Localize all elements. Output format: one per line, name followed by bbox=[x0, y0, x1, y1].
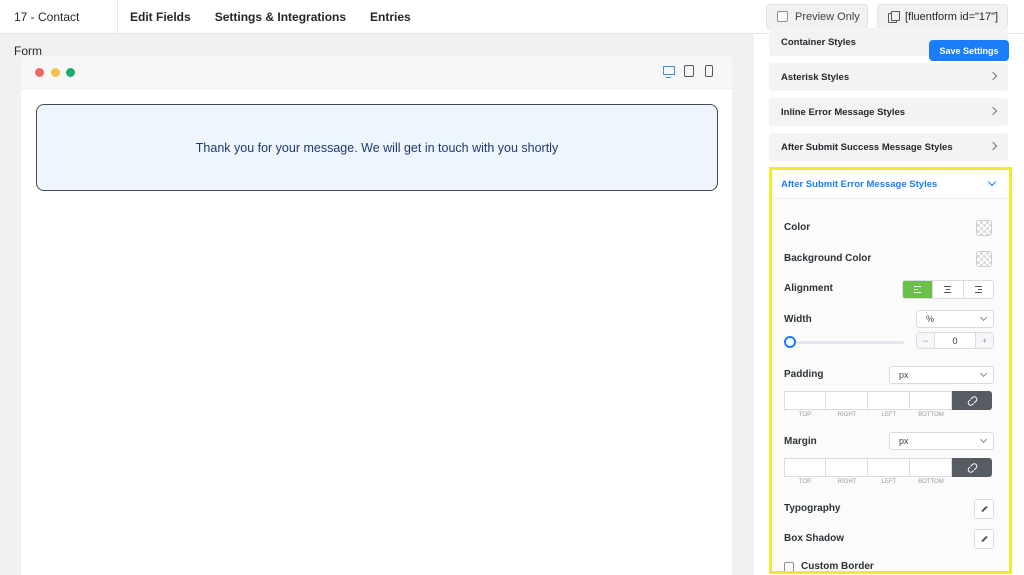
margin-bottom-input[interactable] bbox=[910, 458, 952, 477]
box-shadow-label: Box Shadow bbox=[784, 533, 845, 544]
margin-right-input[interactable] bbox=[826, 458, 868, 477]
pencil-icon bbox=[980, 535, 988, 543]
margin-top-input[interactable] bbox=[784, 458, 826, 477]
window-minimize-dot-icon bbox=[51, 68, 60, 77]
accordion-error-message-styles[interactable]: After Submit Error Message Styles bbox=[772, 170, 1009, 198]
padding-link-button[interactable] bbox=[952, 391, 992, 410]
width-value[interactable]: 0 bbox=[935, 333, 975, 348]
align-center-icon bbox=[944, 286, 952, 293]
tab-settings-integrations[interactable]: Settings & Integrations bbox=[215, 0, 346, 34]
padding-unit-value: px bbox=[899, 370, 909, 380]
padding-inputs bbox=[784, 391, 992, 410]
accordion-label: After Submit Success Message Styles bbox=[781, 141, 953, 153]
chevron-down-icon bbox=[979, 313, 988, 322]
alignment-buttons bbox=[902, 280, 994, 299]
box-label-bottom: BOTTOM bbox=[918, 479, 944, 485]
tablet-view-icon[interactable] bbox=[684, 65, 694, 77]
box-label-top: TOP bbox=[798, 412, 812, 418]
margin-inputs bbox=[784, 458, 992, 477]
padding-unit-select[interactable]: px bbox=[889, 366, 994, 384]
preview-only-toggle[interactable]: Preview Only bbox=[766, 4, 868, 29]
window-close-dot-icon bbox=[35, 68, 44, 77]
chevron-right-icon bbox=[988, 106, 998, 116]
align-left-icon bbox=[914, 286, 922, 293]
link-icon bbox=[965, 461, 979, 474]
shortcode-text: [fluentform id="17"] bbox=[905, 10, 999, 23]
margin-link-button[interactable] bbox=[952, 458, 992, 477]
window-maximize-dot-icon bbox=[66, 68, 75, 77]
box-label-top: TOP bbox=[798, 479, 812, 485]
width-slider-handle[interactable] bbox=[784, 336, 796, 348]
save-settings-button[interactable]: Save Settings bbox=[929, 40, 1009, 61]
align-right-icon bbox=[974, 286, 982, 293]
color-picker[interactable] bbox=[976, 220, 992, 236]
align-center-button[interactable] bbox=[933, 281, 964, 298]
width-slider-track[interactable] bbox=[790, 341, 904, 344]
accordion-label: After Submit Error Message Styles bbox=[781, 178, 938, 190]
desktop-view-icon[interactable] bbox=[663, 66, 675, 78]
box-label-left: LEFT bbox=[881, 479, 897, 485]
width-unit-select[interactable]: % bbox=[916, 310, 994, 328]
form-preview-window: Thank you for your message. We will get … bbox=[21, 56, 732, 575]
background-color-label: Background Color bbox=[784, 253, 872, 264]
tab-entries[interactable]: Entries bbox=[370, 0, 411, 34]
align-right-button[interactable] bbox=[964, 281, 993, 298]
box-shadow-edit-button[interactable] bbox=[974, 529, 994, 549]
margin-unit-value: px bbox=[899, 436, 909, 446]
accordion-label: Asterisk Styles bbox=[781, 71, 850, 83]
width-label: Width bbox=[784, 314, 812, 325]
form-title: 17 - Contact Form bbox=[0, 0, 118, 58]
chevron-right-icon bbox=[988, 71, 998, 81]
box-label-right: RIGHT bbox=[837, 412, 857, 418]
padding-left-input[interactable] bbox=[868, 391, 910, 410]
typography-edit-button[interactable] bbox=[974, 499, 994, 519]
custom-border-toggle[interactable]: Custom Border bbox=[784, 561, 874, 572]
window-bar bbox=[21, 56, 732, 89]
padding-box-labels: TOP RIGHT LEFT BOTTOM bbox=[784, 412, 952, 418]
accordion-inline-error-styles[interactable]: Inline Error Message Styles bbox=[769, 98, 1008, 126]
width-stepper: − 0 + bbox=[916, 332, 994, 349]
accordion-success-message-styles[interactable]: After Submit Success Message Styles bbox=[769, 133, 1008, 161]
preview-only-label: Preview Only bbox=[795, 10, 860, 23]
shortcode-copy-button[interactable]: [fluentform id="17"] bbox=[877, 4, 1008, 29]
chevron-down-icon bbox=[979, 435, 988, 444]
link-icon bbox=[965, 394, 979, 407]
accordion-asterisk-styles[interactable]: Asterisk Styles bbox=[769, 63, 1008, 91]
custom-border-label: Custom Border bbox=[801, 561, 874, 572]
box-label-left: LEFT bbox=[881, 412, 897, 418]
align-left-button[interactable] bbox=[903, 281, 934, 298]
padding-top-input[interactable] bbox=[784, 391, 826, 410]
copy-icon bbox=[888, 11, 900, 23]
width-unit-value: % bbox=[926, 314, 935, 324]
checkbox-icon[interactable] bbox=[777, 11, 788, 22]
box-label-bottom: BOTTOM bbox=[918, 412, 944, 418]
margin-box-labels: TOP RIGHT LEFT BOTTOM bbox=[784, 479, 952, 485]
pencil-icon bbox=[980, 505, 988, 513]
alignment-label: Alignment bbox=[784, 283, 833, 294]
typography-label: Typography bbox=[784, 503, 841, 514]
background-color-picker[interactable] bbox=[976, 251, 992, 267]
margin-left-input[interactable] bbox=[868, 458, 910, 477]
chevron-down-icon bbox=[987, 177, 997, 187]
decrement-button[interactable]: − bbox=[917, 333, 935, 348]
accordion-label: Inline Error Message Styles bbox=[781, 106, 906, 118]
accordion-label: Container Styles bbox=[781, 36, 856, 48]
increment-button[interactable]: + bbox=[975, 333, 993, 348]
success-message: Thank you for your message. We will get … bbox=[36, 104, 718, 191]
chevron-down-icon bbox=[979, 369, 988, 378]
mobile-view-icon[interactable] bbox=[705, 65, 713, 77]
padding-bottom-input[interactable] bbox=[910, 391, 952, 410]
padding-right-input[interactable] bbox=[826, 391, 868, 410]
box-label-right: RIGHT bbox=[837, 479, 857, 485]
margin-unit-select[interactable]: px bbox=[889, 432, 994, 450]
checkbox-icon[interactable] bbox=[784, 561, 794, 572]
margin-label: Margin bbox=[784, 436, 817, 447]
padding-label: Padding bbox=[784, 369, 824, 380]
chevron-right-icon bbox=[988, 141, 998, 151]
color-label: Color bbox=[784, 222, 811, 233]
tab-edit-fields[interactable]: Edit Fields bbox=[130, 0, 191, 34]
